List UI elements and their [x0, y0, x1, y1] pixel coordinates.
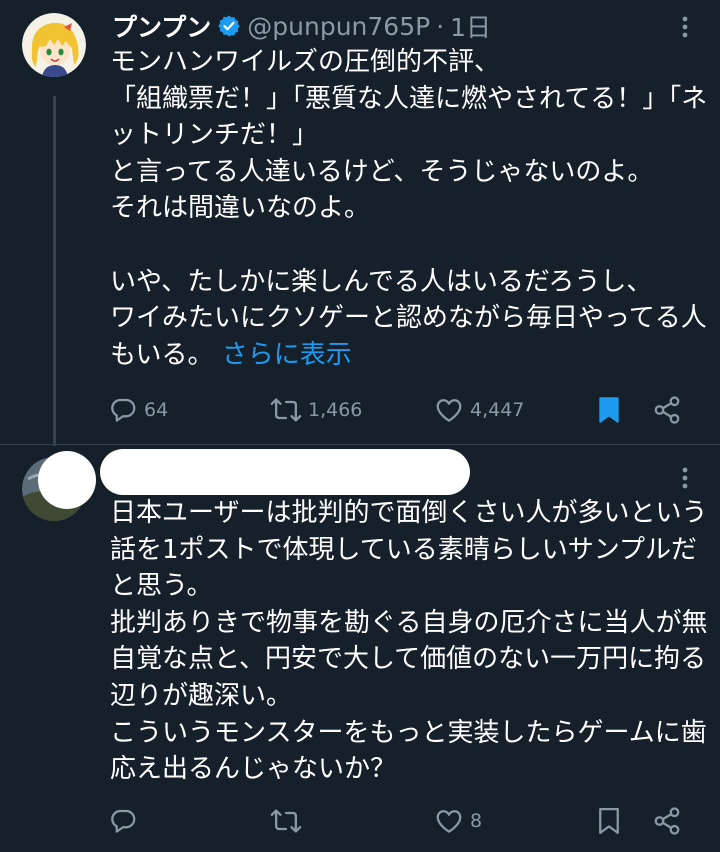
like-count: 4,447 [470, 399, 525, 421]
share-icon [654, 396, 680, 424]
show-more-link[interactable]: さらに表示 [222, 340, 352, 370]
timestamp[interactable]: 1日 [450, 8, 491, 44]
retweet-icon [270, 809, 302, 833]
like-button[interactable]: 4,447 [434, 392, 524, 428]
verified-icon [217, 14, 241, 38]
like-count: 8 [470, 810, 483, 832]
tweet-1[interactable]: プンプン @punpun765P · 1日 モンハンワイルズの圧倒的不評、 「組… [0, 0, 720, 446]
reply-button[interactable] [108, 803, 138, 839]
like-button[interactable]: 8 [434, 803, 482, 839]
bookmark-button[interactable] [594, 392, 624, 428]
share-icon [654, 807, 680, 835]
bookmark-icon [599, 808, 619, 834]
reply-button[interactable]: 64 [108, 392, 168, 428]
like-icon [436, 399, 462, 422]
retweet-button[interactable]: 1,466 [270, 392, 362, 428]
avatar-cover [38, 451, 96, 509]
tweet-body: モンハンワイルズの圧倒的不評、 「組織票だ！」「悪質な人達に燃やされてる！」「ネ… [110, 47, 708, 370]
tweet-text: 日本ユーザーは批判的で面倒くさい人が多いという話を1ポストで体現している素晴らし… [110, 495, 710, 788]
share-button[interactable] [652, 392, 682, 428]
display-name[interactable]: プンプン [112, 8, 211, 44]
action-bar: 8 [108, 803, 698, 839]
handle[interactable]: @punpun765P [247, 12, 430, 41]
more-icon[interactable] [670, 12, 700, 42]
share-button[interactable] [652, 803, 682, 839]
tweet-text: モンハンワイルズの圧倒的不評、 「組織票だ！」「悪質な人達に燃やされてる！」「ネ… [110, 44, 710, 373]
like-icon [436, 810, 462, 833]
redacted-header [100, 449, 470, 495]
separator: · [436, 11, 445, 41]
avatar[interactable] [22, 13, 86, 77]
more-icon[interactable] [670, 463, 700, 493]
retweet-count: 1,466 [308, 399, 363, 421]
reply-icon [111, 809, 136, 833]
retweet-button[interactable] [270, 803, 302, 839]
tweet-header: プンプン @punpun765P · 1日 [112, 6, 660, 46]
tweet-body: 日本ユーザーは批判的で面倒くさい人が多いという話を1ポストで体現している素晴らし… [110, 498, 708, 785]
bookmark-button[interactable] [594, 803, 624, 839]
tweet-2[interactable]: 日本ユーザーは批判的で面倒くさい人が多いという話を1ポストで体現している素晴らし… [0, 445, 720, 852]
reply-icon [111, 398, 136, 422]
retweet-icon [270, 398, 302, 422]
action-bar: 64 1,466 4,447 [108, 392, 698, 428]
bookmark-icon [599, 397, 619, 423]
reply-count: 64 [144, 399, 169, 421]
thread-line [53, 96, 56, 446]
